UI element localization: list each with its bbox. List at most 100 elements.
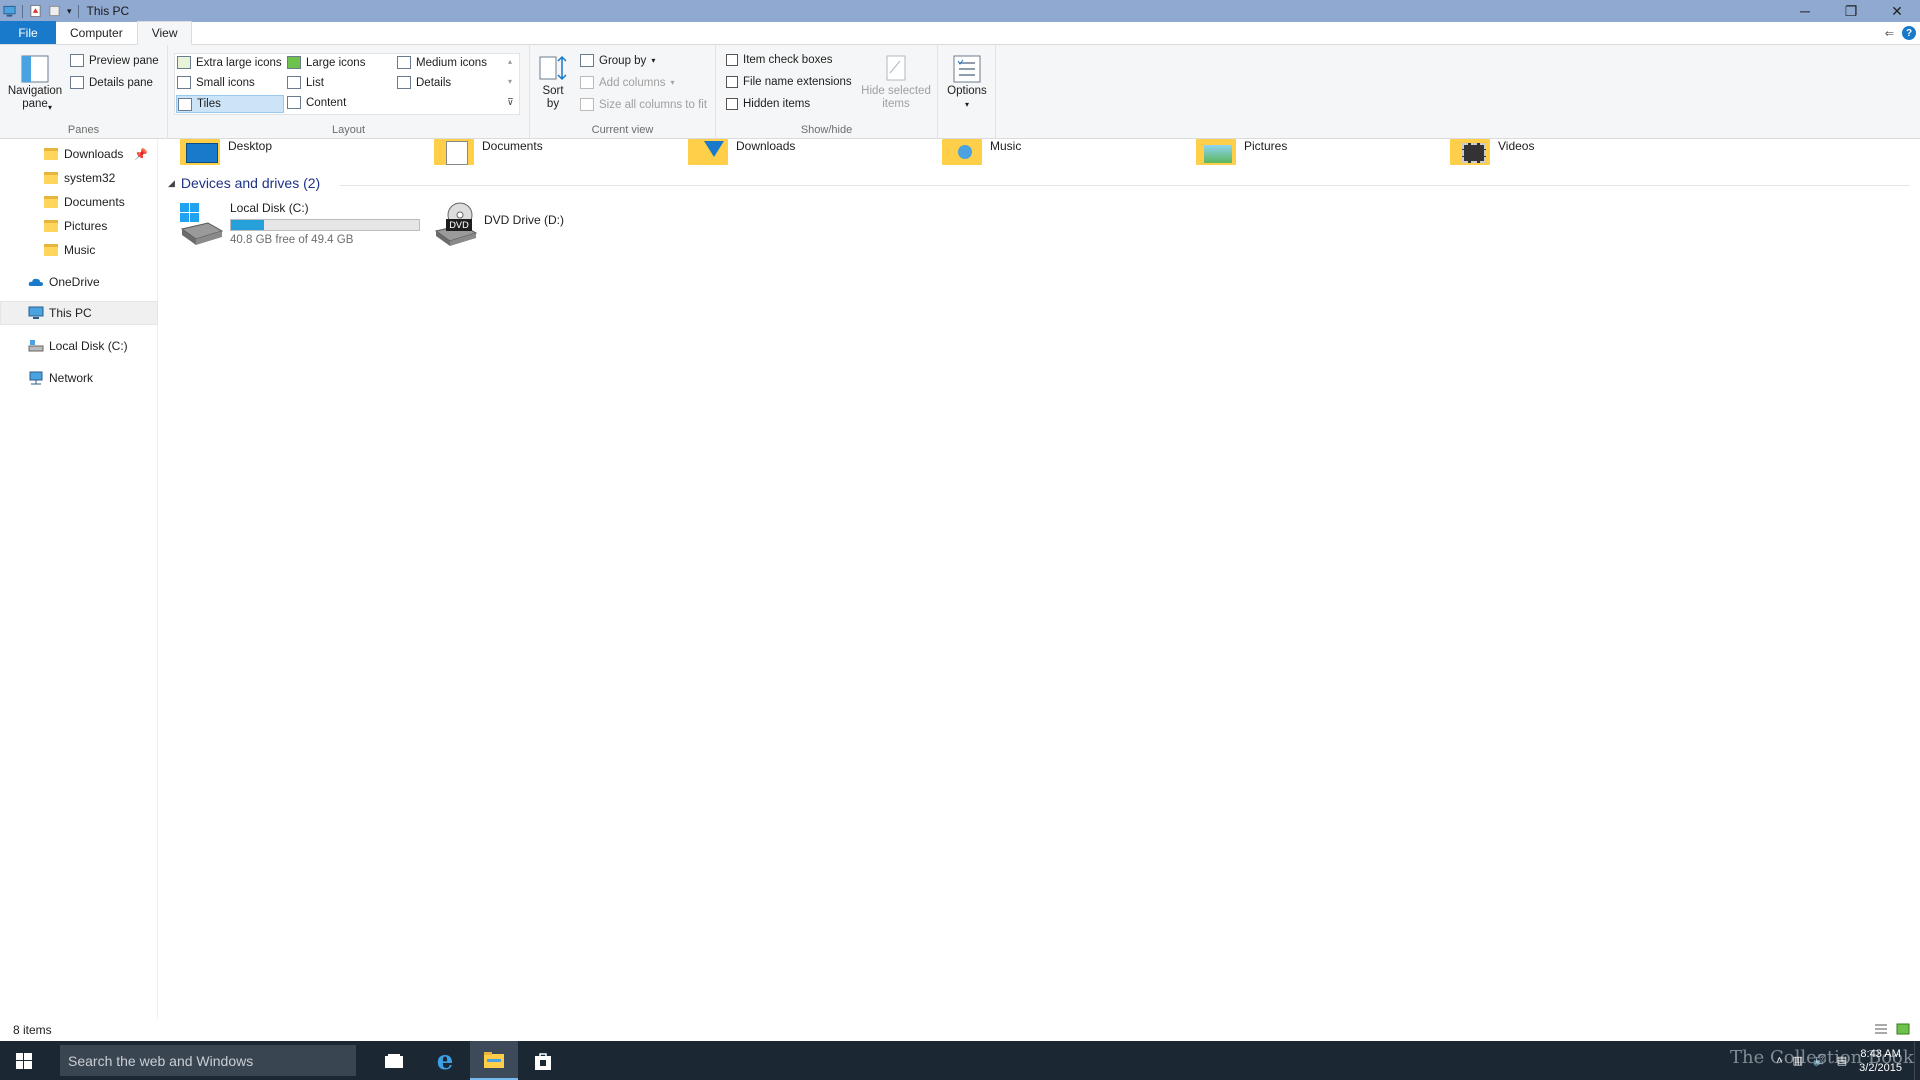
layout-medium-icons[interactable]: Medium icons (397, 56, 487, 69)
volume-icon[interactable]: 🔊 (1813, 1054, 1827, 1067)
hide-selected-items-button[interactable]: Hide selected items (858, 53, 934, 111)
file-explorer-icon (484, 1051, 504, 1068)
store-button[interactable] (519, 1041, 567, 1080)
navigation-pane-dropdown-icon[interactable]: ▾ (48, 103, 52, 112)
nav-item-pictures[interactable]: Pictures (0, 214, 158, 238)
nav-item-label: Pictures (64, 219, 108, 233)
size-all-columns-button[interactable]: Size all columns to fit (580, 98, 707, 111)
hide-selected-icon (886, 55, 906, 81)
search-placeholder: Search the web and Windows (68, 1052, 254, 1069)
preview-pane-button[interactable]: Preview pane (70, 54, 159, 67)
hidden-items-label: Hidden items (743, 98, 811, 110)
group-current-view: Sort by Group by ▾ Add columns ▾ Size al… (530, 45, 716, 139)
layout-content[interactable]: Content (287, 96, 346, 109)
layout-list[interactable]: List (287, 76, 324, 89)
tab-view[interactable]: View (136, 21, 193, 45)
nav-item-music[interactable]: Music (0, 238, 158, 262)
drive-label: Local Disk (C:) (230, 201, 309, 215)
minimize-button[interactable]: ─ (1782, 0, 1828, 22)
medium-icons-icon (397, 56, 411, 69)
sort-by-icon (539, 55, 567, 81)
restore-button[interactable]: ❐ (1828, 0, 1874, 22)
hidden-items-checkbox[interactable] (726, 98, 738, 110)
drive-tile-dvd[interactable]: DVD DVD Drive (D:) (432, 201, 564, 247)
properties-icon[interactable] (29, 4, 42, 18)
layout-tiles[interactable]: Tiles (176, 95, 284, 113)
extra-large-icons-label: Extra large icons (196, 56, 282, 69)
taskbar-search-box[interactable]: Search the web and Windows (60, 1045, 356, 1076)
show-desktop-button[interactable] (1914, 1041, 1920, 1080)
item-check-boxes-toggle[interactable]: Item check boxes (726, 54, 832, 66)
local-disk-info: Local Disk (C:) 40.8 GB free of 49.4 GB (230, 201, 420, 247)
minimize-ribbon-icon[interactable]: ⇐ (1885, 27, 1894, 40)
details-pane-label: Details pane (89, 76, 153, 89)
quick-access-toolbar: ▾ (0, 0, 79, 22)
network-tray-icon[interactable]: ▥ (1793, 1054, 1803, 1067)
devices-section-header[interactable]: ◢ Devices and drives (2) (168, 175, 320, 191)
drive-tile-local-disk[interactable]: Local Disk (C:) 40.8 GB free of 49.4 GB (178, 201, 420, 247)
hidden-items-toggle[interactable]: Hidden items (726, 98, 810, 110)
folder-tile-downloads[interactable]: Downloads (686, 139, 795, 171)
show-hidden-icons-icon[interactable]: ˄ (1776, 1055, 1782, 1067)
layout-scroll-up-icon[interactable]: ▴ (508, 57, 512, 66)
item-check-boxes-checkbox[interactable] (726, 54, 738, 66)
new-folder-icon[interactable] (48, 4, 61, 18)
separator (22, 4, 23, 18)
file-name-extensions-toggle[interactable]: File name extensions (726, 76, 852, 88)
sort-by-button[interactable]: Sort by (536, 53, 570, 111)
navigation-pane-button[interactable]: Navigation pane (6, 53, 64, 111)
folder-tile-videos[interactable]: Videos (1448, 139, 1534, 171)
nav-item-system32[interactable]: system32 (0, 166, 158, 190)
tab-computer[interactable]: Computer (56, 21, 137, 44)
layout-large-icons[interactable]: Large icons (287, 56, 365, 69)
details-pane-button[interactable]: Details pane (70, 76, 153, 89)
help-icon[interactable]: ? (1902, 26, 1916, 40)
window-title: This PC (86, 4, 130, 18)
nav-item-local-disk[interactable]: Local Disk (C:) (0, 334, 158, 358)
folder-tile-desktop[interactable]: Desktop (178, 139, 272, 171)
nav-item-this-pc[interactable]: This PC (0, 301, 158, 325)
start-button[interactable] (0, 1041, 48, 1080)
folder-tile-music[interactable]: Music (940, 139, 1021, 171)
add-columns-button[interactable]: Add columns ▾ (580, 76, 675, 89)
folder-label: Music (990, 139, 1022, 153)
collapse-triangle-icon[interactable]: ◢ (168, 178, 175, 189)
layout-extra-large-icons[interactable]: Extra large icons (177, 56, 282, 69)
list-label: List (306, 76, 324, 89)
nav-item-downloads[interactable]: Downloads 📌 (0, 142, 158, 166)
layout-expand-icon[interactable]: ⊽ (507, 97, 514, 108)
clock[interactable]: 8:43 AM 3/2/2015 (1859, 1047, 1902, 1075)
details-pane-icon (70, 76, 84, 89)
nav-item-documents[interactable]: Documents (0, 190, 158, 214)
folder-label: Downloads (736, 139, 796, 153)
internet-explorer-button[interactable]: e (421, 1041, 469, 1080)
quick-access-dropdown-icon[interactable]: ▾ (67, 6, 72, 17)
folder-label: Pictures (1244, 139, 1288, 153)
large-icons-view-icon[interactable] (1896, 1023, 1910, 1035)
options-label: Options (947, 85, 987, 97)
nav-item-network[interactable]: Network (0, 366, 158, 390)
details-view-icon[interactable] (1874, 1023, 1888, 1035)
pin-icon[interactable]: 📌 (134, 148, 148, 161)
local-disk-icon (180, 203, 224, 245)
nav-item-onedrive[interactable]: OneDrive (0, 270, 158, 294)
file-name-extensions-checkbox[interactable] (726, 76, 738, 88)
file-explorer-button[interactable] (470, 1041, 518, 1080)
group-by-button[interactable]: Group by ▾ (580, 54, 655, 67)
action-center-icon[interactable]: ▤ (1837, 1054, 1847, 1067)
layout-small-icons[interactable]: Small icons (177, 76, 255, 89)
documents-folder-icon (44, 196, 58, 208)
task-view-button[interactable] (370, 1041, 418, 1080)
this-pc-icon[interactable] (3, 4, 16, 18)
taskbar: Search the web and Windows e The Collect… (0, 1041, 1920, 1080)
windows-logo-icon (16, 1052, 32, 1069)
tiles-icon (178, 97, 192, 111)
folder-tile-pictures[interactable]: Pictures (1194, 139, 1287, 171)
tab-file[interactable]: File (0, 21, 56, 44)
folder-tile-documents[interactable]: Documents (432, 139, 543, 171)
options-button[interactable]: Options ▾ (944, 53, 990, 111)
hide-selected-label: Hide selected (861, 85, 931, 97)
close-button[interactable]: ✕ (1874, 0, 1920, 22)
layout-scroll-down-icon[interactable]: ▾ (508, 77, 512, 86)
layout-details[interactable]: Details (397, 76, 451, 89)
